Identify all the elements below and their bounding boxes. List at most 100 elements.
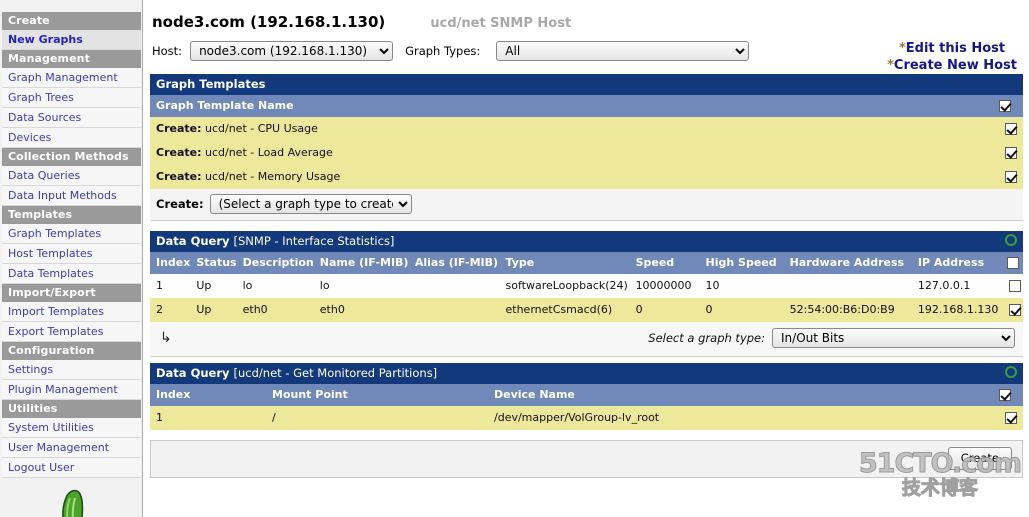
graph-templates-title-text: Graph Templates xyxy=(156,77,266,91)
sidebar-item-export-templates[interactable]: Export Templates xyxy=(2,322,141,342)
data-query-partitions-title: Data Query [ucd/net - Get Monitored Part… xyxy=(150,363,1023,384)
cell-ip-address: 192.168.1.130 xyxy=(911,298,1002,322)
sidebar-item-logout-user[interactable]: Logout User xyxy=(2,458,141,478)
sidebar: Create New Graphs Management Graph Manageme… xyxy=(0,0,143,517)
column-hardware-address: Hardware Address xyxy=(783,252,912,274)
asterisk-icon: * xyxy=(887,58,894,73)
sidebar-item-devices[interactable]: Devices xyxy=(2,128,141,148)
table-row[interactable]: 2 Up eth0 eth0 ethernetCsmacd(6) 0 0 52:54:00:B… xyxy=(150,298,1023,322)
sidebar-item-new-graphs[interactable]: New Graphs xyxy=(2,30,141,50)
sidebar-item-system-utilities[interactable]: System Utilities xyxy=(2,418,141,438)
dq-title-main: Data Query xyxy=(156,234,234,248)
data-query-interface-panel: Data Query [SNMP - Interface Statistics]… xyxy=(150,231,1023,357)
create-button[interactable]: Create xyxy=(947,447,1012,470)
table-row[interactable]: 1//dev/mapper/VolGroup-lv_root xyxy=(150,406,1023,430)
turn-down-arrow-icon: ↳ xyxy=(160,330,172,346)
column-high-speed: High Speed xyxy=(699,252,784,274)
column-index: Index xyxy=(150,252,191,274)
cell-description: lo xyxy=(236,274,314,298)
host-select[interactable]: node3.com (192.168.1.130) xyxy=(190,41,394,61)
cell-index: 1 xyxy=(150,274,191,298)
row-checkbox[interactable] xyxy=(1005,123,1017,135)
sidebar-item-data-sources[interactable]: Data Sources xyxy=(2,108,141,128)
create-new-host-label: Create New Host xyxy=(893,58,1017,73)
cell-name: eth0 xyxy=(313,298,409,322)
create-graph-type-bar: Create: (Select a graph type to create) xyxy=(150,189,1023,221)
host-template-subtitle: ucd/net SNMP Host xyxy=(430,16,572,31)
column-select-all xyxy=(1001,252,1023,274)
select-all-checkbox[interactable] xyxy=(1007,257,1020,269)
green-ring-icon[interactable] xyxy=(1005,366,1017,378)
column-select-all xyxy=(993,384,1023,406)
graph-template-name: ucd/net - Memory Usage xyxy=(205,170,341,183)
row-checkbox[interactable] xyxy=(1005,171,1017,183)
dqp-title-sub: [ucd/net - Get Monitored Partitions] xyxy=(233,366,438,380)
cell-ip-address: 127.0.0.1 xyxy=(911,274,1002,298)
row-checkbox[interactable] xyxy=(1005,147,1017,159)
create-link[interactable]: Create: xyxy=(156,146,202,159)
sidebar-item-data-queries[interactable]: Data Queries xyxy=(2,166,141,186)
graph-template-name: ucd/net - CPU Usage xyxy=(205,122,318,135)
sidebar-item-host-templates[interactable]: Host Templates xyxy=(2,244,141,264)
column-ip-address: IP Address xyxy=(911,252,1002,274)
create-new-host-link[interactable]: *Create New Host xyxy=(887,57,1017,74)
create-graph-type-select[interactable]: (Select a graph type to create) xyxy=(209,194,412,214)
cell-speed: 0 xyxy=(629,298,700,322)
cell-alias xyxy=(408,274,500,298)
cell-hardware-address: 52:54:00:B6:D0:B9 xyxy=(783,298,912,322)
nav-group-header: Import/Export xyxy=(2,284,141,302)
table-row[interactable]: Create: ucd/net - CPU Usage xyxy=(150,117,1023,141)
row-checkbox-cell xyxy=(993,406,1023,430)
sidebar-item-import-templates[interactable]: Import Templates xyxy=(2,302,141,322)
cacti-logo-icon xyxy=(62,489,84,517)
column-select-all xyxy=(993,95,1023,117)
sidebar-item-user-management[interactable]: User Management xyxy=(2,438,141,458)
create-link[interactable]: Create: xyxy=(156,170,202,183)
host-label: Host: xyxy=(152,44,183,58)
green-ring-icon[interactable] xyxy=(1005,234,1017,246)
row-checkbox[interactable] xyxy=(1009,304,1022,316)
graph-template-cell: Create: ucd/net - Memory Usage xyxy=(150,165,993,189)
select-all-checkbox[interactable] xyxy=(999,389,1011,401)
graph-type-select[interactable]: In/Out Bits xyxy=(772,328,1015,348)
nav-group-header: Create xyxy=(2,12,141,30)
column-status: Status xyxy=(190,252,237,274)
page-title: node3.com (192.168.1.130) xyxy=(152,13,386,31)
dqp-title-main: Data Query xyxy=(156,366,234,380)
dq-title-sub: [SNMP - Interface Statistics] xyxy=(233,234,395,248)
graph-templates-body: Create: ucd/net - CPU Usage Create: ucd/n… xyxy=(150,117,1023,189)
cell-alias xyxy=(408,298,500,322)
sidebar-item-plugin-management[interactable]: Plugin Management xyxy=(2,380,141,400)
cell-name: lo xyxy=(313,274,409,298)
table-row[interactable]: 1 Up lo lo softwareLoopback(24) 10000000 10 127… xyxy=(150,274,1023,298)
table-row[interactable]: Create: ucd/net - Load Average xyxy=(150,141,1023,165)
cell-description: eth0 xyxy=(236,298,314,322)
graph-types-select[interactable]: All xyxy=(496,41,750,61)
column-name-if-mib-: Name (IF-MIB) xyxy=(313,252,409,274)
sidebar-item-data-templates[interactable]: Data Templates xyxy=(2,264,141,284)
select-all-checkbox[interactable] xyxy=(999,100,1011,112)
interface-statistics-table: Index Status Description Name (IF-MIB) Alias… xyxy=(150,252,1023,322)
graph-template-cell: Create: ucd/net - Load Average xyxy=(150,141,993,165)
sidebar-item-graph-templates[interactable]: Graph Templates xyxy=(2,224,141,244)
edit-this-host-label: Edit this Host xyxy=(905,41,1006,56)
column-mount-point: Mount Point xyxy=(266,384,488,406)
column-device-name: Device Name xyxy=(488,384,993,406)
edit-this-host-link[interactable]: *Edit this Host xyxy=(887,40,1017,57)
cell-type: ethernetCsmacd(6) xyxy=(499,298,630,322)
sidebar-item-data-input-methods[interactable]: Data Input Methods xyxy=(2,186,141,206)
row-checkbox-cell xyxy=(993,165,1023,189)
sidebar-item-settings[interactable]: Settings xyxy=(2,360,141,380)
row-checkbox[interactable] xyxy=(1005,412,1017,424)
main-content: node3.com (192.168.1.130) ucd/net SNMP H… xyxy=(144,0,1029,517)
create-link[interactable]: Create: xyxy=(156,122,202,135)
sidebar-item-graph-trees[interactable]: Graph Trees xyxy=(2,88,141,108)
cell-type: softwareLoopback(24) xyxy=(499,274,630,298)
row-checkbox-cell xyxy=(1001,274,1023,298)
table-header-row: Index Mount Point Device Name xyxy=(150,384,1023,406)
interface-statistics-body: 1 Up lo lo softwareLoopback(24) 10000000 10 127… xyxy=(150,274,1023,322)
row-checkbox[interactable] xyxy=(1009,280,1022,292)
sidebar-item-graph-management[interactable]: Graph Management xyxy=(2,68,141,88)
table-row[interactable]: Create: ucd/net - Memory Usage xyxy=(150,165,1023,189)
graph-templates-panel: Graph Templates Graph Template Name Crea… xyxy=(150,74,1023,221)
